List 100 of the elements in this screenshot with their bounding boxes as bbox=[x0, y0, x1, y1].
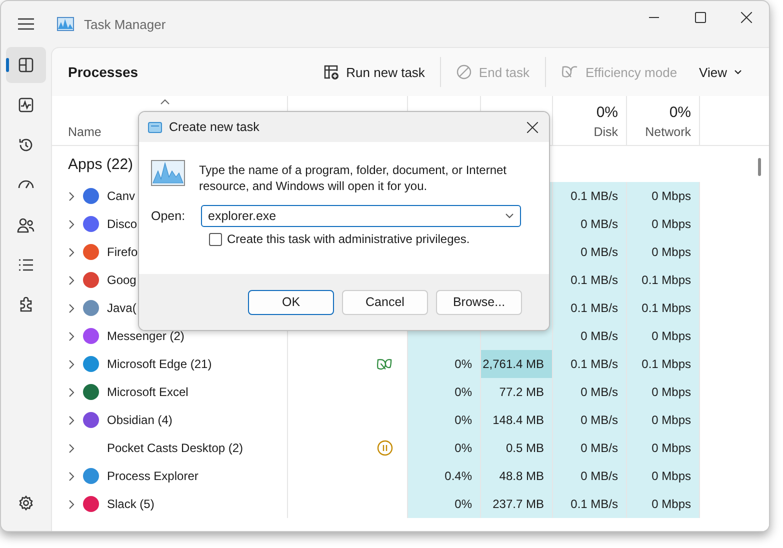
column-header[interactable]: Disk bbox=[594, 125, 618, 139]
chevron-right-icon[interactable] bbox=[68, 276, 75, 284]
window-title: Task Manager bbox=[84, 16, 167, 32]
chevron-right-icon[interactable] bbox=[68, 416, 75, 424]
column-usage: 0% bbox=[669, 104, 691, 121]
process-name: Process Explorer bbox=[107, 469, 198, 483]
process-name: Pocket Casts Desktop (2) bbox=[107, 441, 244, 455]
table-cell: 0.1 Mbps bbox=[626, 350, 699, 378]
table-cell: 0% bbox=[407, 350, 480, 378]
settings-icon[interactable] bbox=[18, 495, 34, 511]
table-cell: 48.8 MB bbox=[480, 462, 552, 490]
table-cell: 0.5 MB bbox=[480, 434, 552, 462]
dialog-button[interactable]: Browse... bbox=[436, 290, 522, 314]
table-cell: 0.1 Mbps bbox=[626, 294, 699, 322]
chevron-right-icon[interactable] bbox=[68, 304, 75, 312]
table-cell: 0 MB/s bbox=[552, 406, 626, 434]
table-cell: 0 MB/s bbox=[552, 434, 626, 462]
puzzle-icon[interactable] bbox=[18, 297, 34, 313]
table-cell: 2,761.4 MB bbox=[480, 350, 552, 378]
process-name: Microsoft Edge (21) bbox=[107, 357, 212, 371]
open-combobox[interactable]: explorer.exe bbox=[201, 205, 521, 227]
process-name: Obsidian (4) bbox=[107, 413, 172, 427]
users-icon[interactable] bbox=[17, 217, 35, 233]
table-cell: 0 Mbps bbox=[626, 322, 699, 350]
scrollbar-thumb[interactable] bbox=[758, 158, 761, 176]
table-cell: 0% bbox=[407, 434, 480, 462]
table-cell: 77.2 MB bbox=[480, 378, 552, 406]
toolbar-button[interactable]: Run new task bbox=[312, 58, 436, 86]
close-icon bbox=[740, 12, 752, 22]
chevron-right-icon[interactable] bbox=[68, 220, 75, 228]
open-label: Open: bbox=[151, 209, 186, 223]
table-cell: 0.1 MB/s bbox=[552, 266, 626, 294]
dialog-message: Type the name of a program, folder, document, or Internet resource, and Windows will open it for you. bbox=[199, 162, 508, 194]
maximize-icon bbox=[694, 12, 706, 22]
column-header[interactable]: Network bbox=[645, 125, 691, 139]
table-cell: 0 Mbps bbox=[626, 378, 699, 406]
table-cell: 0 MB/s bbox=[552, 210, 626, 238]
table-cell: 0 MB/s bbox=[552, 322, 626, 350]
minimize-icon bbox=[649, 16, 659, 18]
chevron-right-icon[interactable] bbox=[68, 500, 75, 508]
processes-icon[interactable] bbox=[18, 57, 34, 73]
view-menu-button[interactable]: View bbox=[688, 58, 753, 86]
column-header[interactable]: Name bbox=[68, 125, 102, 139]
table-cell: 0% bbox=[407, 406, 480, 434]
table-cell: 0 MB/s bbox=[552, 238, 626, 266]
table-cell: 0 MB/s bbox=[552, 378, 626, 406]
dialog-title: Create new task bbox=[169, 120, 260, 134]
table-cell: 148.4 MB bbox=[480, 406, 552, 434]
chevron-down-icon bbox=[505, 213, 514, 219]
chevron-right-icon[interactable] bbox=[68, 248, 75, 256]
sort-caret-icon bbox=[160, 99, 170, 105]
table-cell: 0.1 MB/s bbox=[552, 490, 626, 518]
pulse-icon[interactable] bbox=[18, 97, 34, 113]
checkbox[interactable] bbox=[209, 232, 222, 246]
table-cell: 0% bbox=[407, 378, 480, 406]
process-name: Canv bbox=[107, 189, 136, 203]
table-cell: 0.1 MB/s bbox=[552, 182, 626, 210]
table-cell: 0.1 MB/s bbox=[552, 350, 626, 378]
chart-window-icon bbox=[57, 17, 74, 31]
table-cell: 0.1 Mbps bbox=[626, 266, 699, 294]
table-cell: 0 MB/s bbox=[552, 462, 626, 490]
group-header: Apps (22) bbox=[67, 154, 134, 174]
process-name: Disco bbox=[107, 217, 138, 231]
table-cell: 0% bbox=[407, 490, 480, 518]
process-name: Goog bbox=[107, 273, 136, 287]
menu-icon[interactable] bbox=[18, 18, 34, 30]
table-cell: 0 Mbps bbox=[626, 210, 699, 238]
list-icon[interactable] bbox=[18, 257, 34, 273]
process-name: Messenger (2) bbox=[107, 329, 184, 343]
table-cell: 0.4% bbox=[407, 462, 480, 490]
close-icon bbox=[526, 122, 538, 132]
add-window-icon bbox=[323, 64, 340, 80]
process-name: Java( bbox=[107, 301, 136, 315]
chevron-right-icon[interactable] bbox=[68, 472, 75, 480]
page-title: Processes bbox=[68, 64, 140, 80]
table-cell: 237.7 MB bbox=[480, 490, 552, 518]
chevron-right-icon[interactable] bbox=[68, 444, 75, 452]
leaf-icon bbox=[560, 64, 579, 80]
chevron-right-icon[interactable] bbox=[68, 360, 75, 368]
table-cell: 0 Mbps bbox=[626, 238, 699, 266]
chart-window-icon bbox=[151, 160, 185, 186]
table-cell: 0 Mbps bbox=[626, 182, 699, 210]
clock-icon[interactable] bbox=[18, 137, 34, 153]
chevron-right-icon[interactable] bbox=[68, 192, 75, 200]
table-cell: 0 Mbps bbox=[626, 434, 699, 462]
process-name: Slack (5) bbox=[107, 497, 154, 511]
column-usage: 0% bbox=[596, 104, 618, 121]
table-cell: 0 Mbps bbox=[626, 490, 699, 518]
process-name: Microsoft Excel bbox=[107, 385, 188, 399]
window-icon bbox=[148, 122, 162, 132]
chevron-right-icon[interactable] bbox=[68, 388, 75, 396]
dialog-button[interactable]: OK bbox=[248, 290, 334, 314]
checkbox-label[interactable]: Create this task with administrative privileges. bbox=[227, 232, 470, 246]
process-name: Firefo bbox=[107, 245, 138, 259]
prohibited-icon bbox=[456, 64, 472, 80]
chevron-right-icon[interactable] bbox=[68, 332, 75, 340]
table-cell: 0 Mbps bbox=[626, 406, 699, 434]
caret-icon bbox=[734, 69, 742, 75]
nav-item[interactable] bbox=[6, 47, 46, 83]
dialog-button[interactable]: Cancel bbox=[342, 290, 428, 314]
